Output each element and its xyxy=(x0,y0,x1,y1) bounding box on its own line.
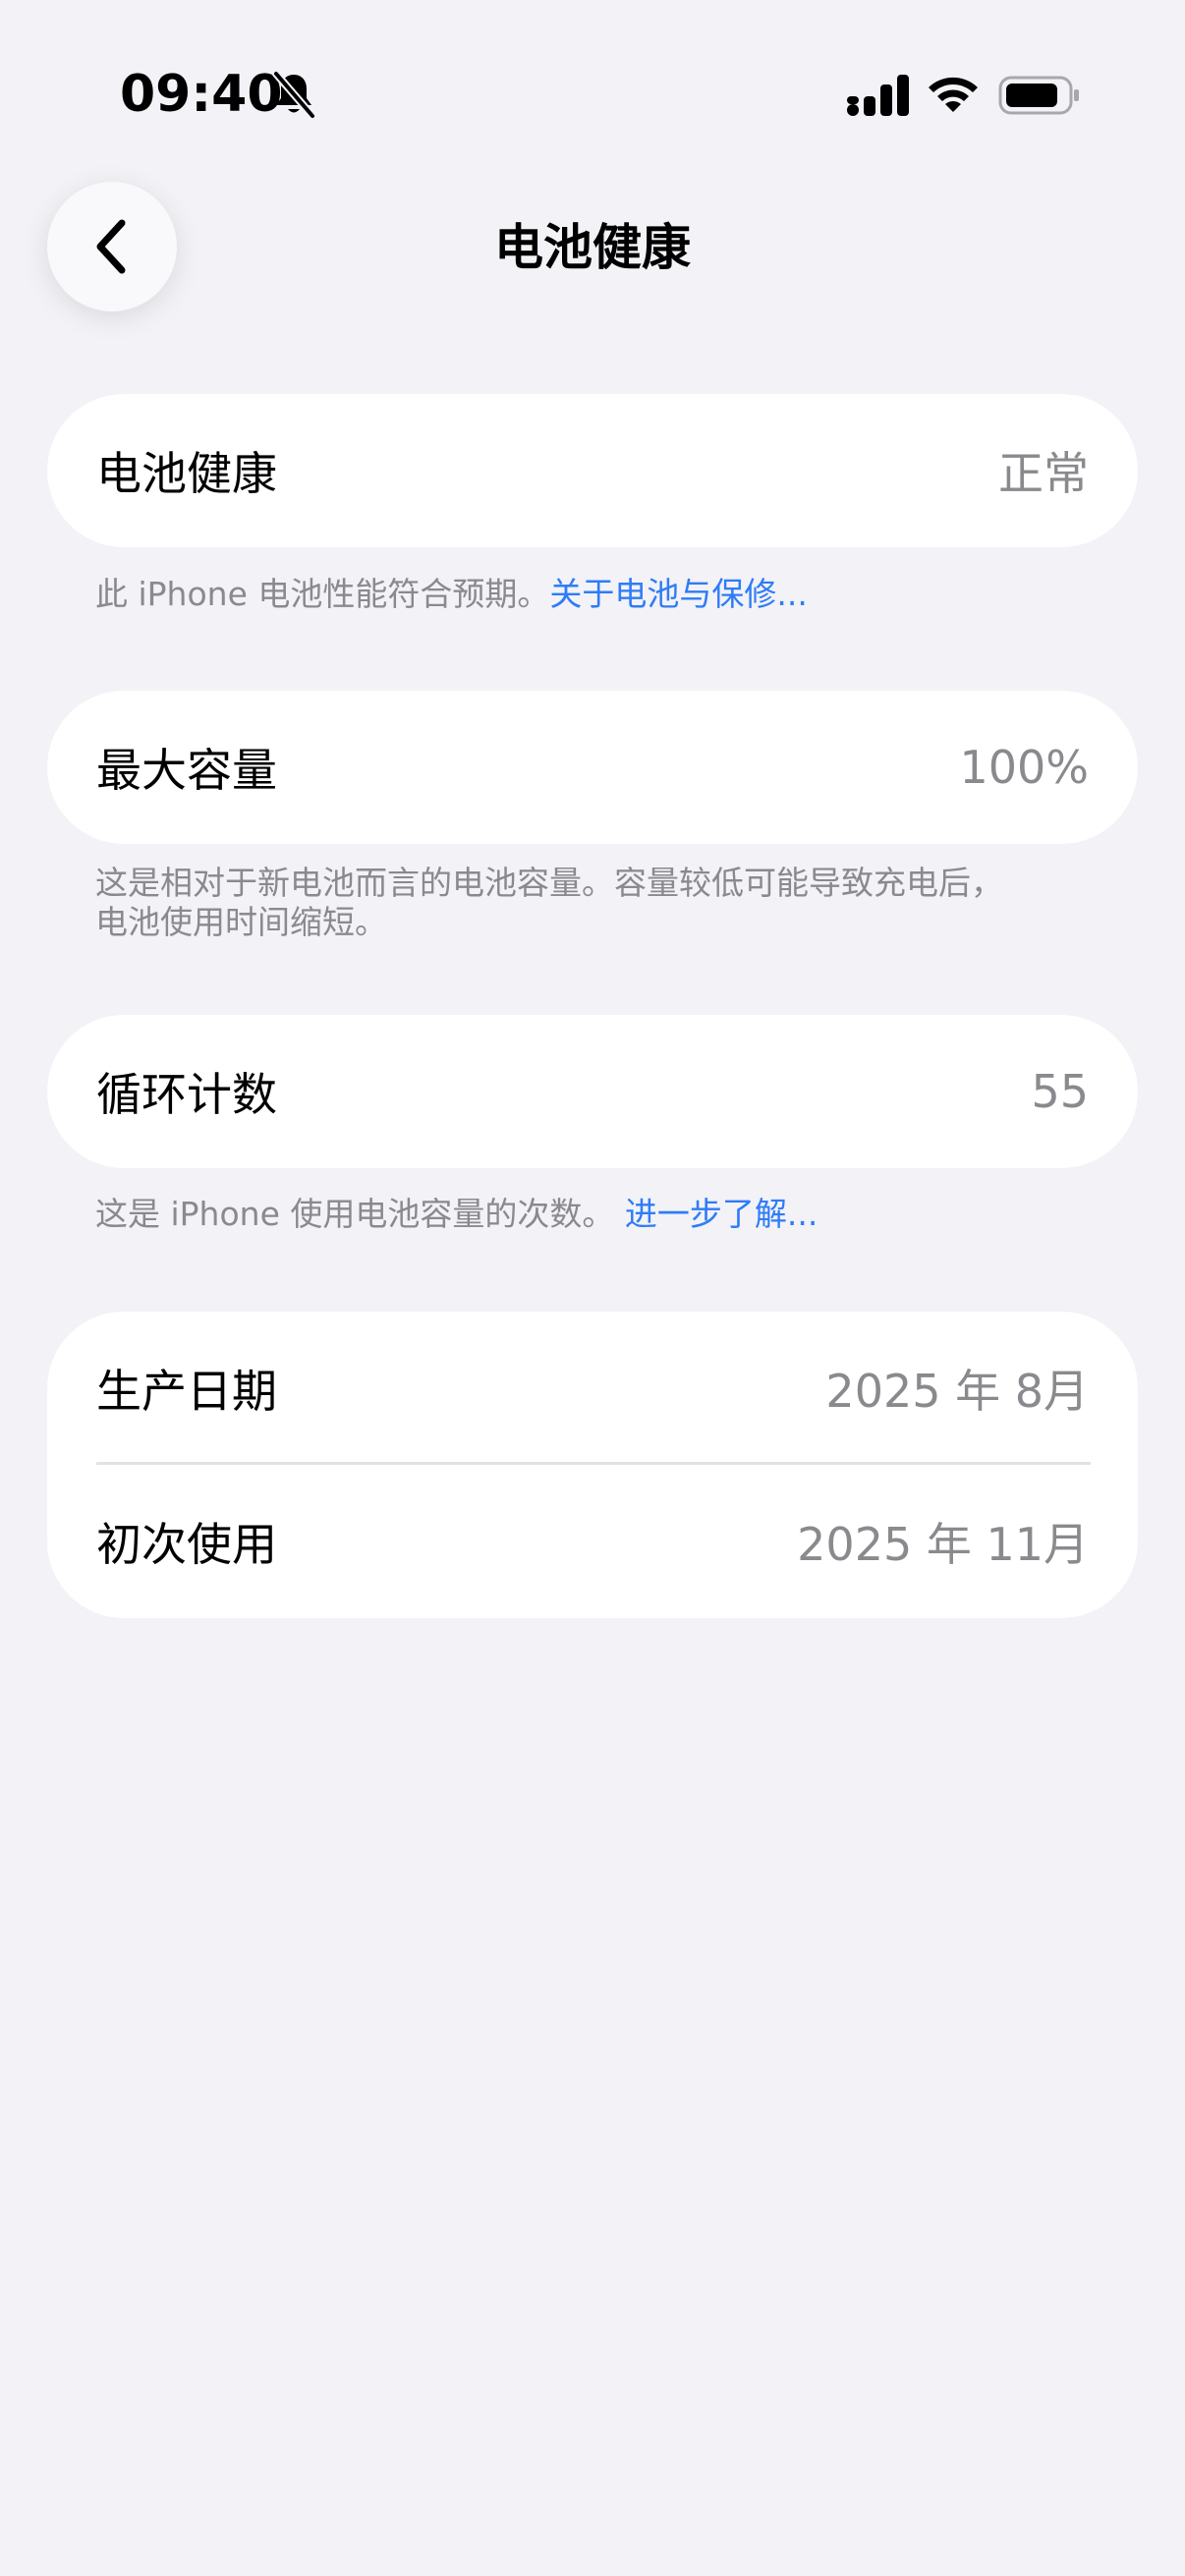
first-use-label: 初次使用 xyxy=(96,1518,277,1571)
manufacture-date-label: 生产日期 xyxy=(96,1365,277,1418)
wifi-icon xyxy=(929,77,978,112)
battery-health-card: 电池健康 正常 xyxy=(47,394,1138,547)
cycle-count-label: 循环计数 xyxy=(96,1068,277,1121)
bell-slash-icon xyxy=(272,71,316,120)
battery-health-label: 电池健康 xyxy=(96,447,277,500)
signal-icon xyxy=(847,75,909,116)
max-capacity-value: 100% xyxy=(959,741,1089,794)
cycle-count-value: 55 xyxy=(1031,1065,1089,1118)
page-title: 电池健康 xyxy=(494,219,691,276)
cycle-count-card: 循环计数 55 xyxy=(47,1015,1138,1168)
battery-warranty-link[interactable]: 关于电池与保修... xyxy=(549,575,807,613)
max-capacity-card: 最大容量 100% xyxy=(47,691,1138,844)
manufacture-date-row: 生产日期 2025 年 8月 xyxy=(47,1312,1138,1465)
battery-health-value: 正常 xyxy=(998,447,1089,500)
max-capacity-note-line2: 电池使用时间缩短。 xyxy=(95,903,387,941)
battery-icon xyxy=(998,76,1079,115)
status-time: 09:40 xyxy=(120,65,283,124)
cycle-count-note-text: 这是 iPhone 使用电池容量的次数。 xyxy=(95,1195,625,1233)
battery-health-note-text: 此 iPhone 电池性能符合预期。 xyxy=(95,575,550,613)
max-capacity-note-line1: 这是相对于新电池而言的电池容量。容量较低可能导致充电后， xyxy=(95,864,1003,902)
cycle-count-row: 循环计数 55 xyxy=(47,1015,1138,1168)
battery-dates-card: 生产日期 2025 年 8月 初次使用 2025 年 11月 xyxy=(47,1312,1138,1618)
status-bar: 09:40 xyxy=(0,0,1185,187)
max-capacity-row: 最大容量 100% xyxy=(47,691,1138,844)
first-use-row: 初次使用 2025 年 11月 xyxy=(47,1465,1138,1618)
learn-more-link[interactable]: 进一步了解... xyxy=(625,1195,818,1233)
cycle-count-note: 这是 iPhone 使用电池容量的次数。 进一步了解... xyxy=(95,1195,1098,1234)
battery-health-note: 此 iPhone 电池性能符合预期。关于电池与保修... xyxy=(95,575,1098,614)
first-use-value: 2025 年 11月 xyxy=(797,1518,1089,1571)
max-capacity-note: 这是相对于新电池而言的电池容量。容量较低可能导致充电后， 电池使用时间缩短。 xyxy=(95,864,1098,942)
manufacture-date-value: 2025 年 8月 xyxy=(825,1365,1089,1418)
battery-health-row: 电池健康 正常 xyxy=(47,394,1138,547)
max-capacity-label: 最大容量 xyxy=(96,744,277,797)
